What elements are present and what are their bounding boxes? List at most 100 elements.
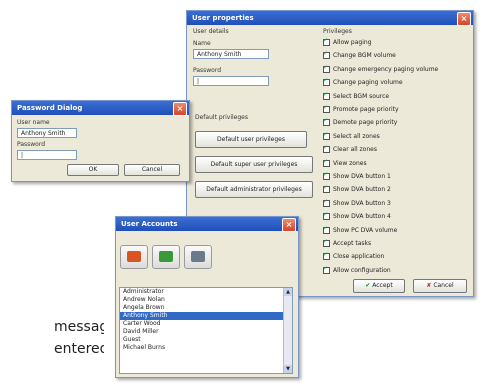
user-accounts-title: User Accounts <box>121 220 178 228</box>
privilege-checkbox[interactable]: Allow paging <box>323 37 372 46</box>
checkbox-icon[interactable] <box>323 104 330 113</box>
privilege-checkbox[interactable]: Change BGM volume <box>323 50 396 60</box>
list-item[interactable]: Angela Brown <box>120 304 292 312</box>
check-icon: ✔ <box>365 282 371 289</box>
password-dialog-titlebar: Password Dialog × <box>12 101 189 116</box>
delete-user-icon[interactable] <box>184 245 212 269</box>
password-label: Password <box>17 141 46 148</box>
password-field[interactable]: | <box>17 150 77 160</box>
scroll-down-icon[interactable]: ▼ <box>284 365 292 373</box>
privilege-checkbox[interactable]: Show DVA button 3 <box>323 198 391 207</box>
checkbox-icon[interactable] <box>323 144 330 154</box>
password-dialog-title: Password Dialog <box>17 104 83 112</box>
list-item[interactable]: Andrew Nolan <box>120 296 292 304</box>
privilege-checkbox[interactable]: Show DVA button 1 <box>323 171 391 180</box>
user-name-field[interactable]: Anthony Smith <box>17 128 77 138</box>
user-name-label: User name <box>17 119 50 126</box>
privilege-checkbox[interactable]: Show DVA button 4 <box>323 211 391 221</box>
user-list[interactable]: Administrator Andrew Nolan Angela Brown Ant… <box>119 287 293 374</box>
privilege-checkbox[interactable]: Change emergency paging volume <box>323 64 439 73</box>
default-administrator-privileges-button[interactable]: Default administrator privileges <box>195 181 313 198</box>
privilege-checkbox[interactable]: Show DVA button 2 <box>323 184 391 194</box>
cancel-label: Cancel <box>433 282 454 289</box>
list-item[interactable]: Guest <box>120 336 292 344</box>
accept-button[interactable]: ✔ Accept <box>353 279 405 293</box>
privilege-checkbox[interactable]: Change paging volume <box>323 77 403 87</box>
scroll-up-icon[interactable]: ▲ <box>284 288 292 296</box>
password-label: Password <box>193 67 222 74</box>
privilege-label: Change BGM volume <box>333 52 396 60</box>
list-item[interactable]: Michael Burns <box>120 344 292 352</box>
checkbox-icon[interactable] <box>323 77 330 87</box>
user-accounts-titlebar: User Accounts × <box>116 217 298 232</box>
default-privileges-label: Default privileges <box>195 114 248 121</box>
checkbox-icon[interactable] <box>323 238 330 247</box>
password-dialog-window: Password Dialog × User name Anthony Smit… <box>11 100 190 182</box>
privilege-label: View zones <box>333 159 367 167</box>
close-icon[interactable]: × <box>173 102 187 116</box>
checkbox-icon[interactable] <box>323 37 330 46</box>
caption-line-2: entered <box>54 341 104 357</box>
privilege-label: Show DVA button 4 <box>333 213 391 221</box>
password-field[interactable]: | <box>193 76 269 86</box>
name-label: Name <box>193 40 211 47</box>
default-user-privileges-button[interactable]: Default user privileges <box>195 131 307 148</box>
privilege-label: Accept tasks <box>333 240 372 247</box>
checkbox-icon[interactable] <box>323 265 330 274</box>
privilege-checkbox[interactable]: Demote page priority <box>323 117 398 127</box>
close-icon[interactable]: × <box>457 12 471 26</box>
privilege-checkbox[interactable]: Show PC DVA volume <box>323 225 398 234</box>
privilege-label: Show PC DVA volume <box>333 226 398 234</box>
privilege-label: Allow configuration <box>333 266 391 274</box>
checkbox-icon[interactable] <box>323 225 330 234</box>
checkbox-icon[interactable] <box>323 131 330 140</box>
user-accounts-window: User Accounts × Administrator Andrew Nola… <box>115 216 299 378</box>
privilege-checkbox[interactable]: Allow configuration <box>323 265 391 274</box>
checkbox-icon[interactable] <box>323 184 330 194</box>
name-field[interactable]: Anthony Smith <box>193 49 269 59</box>
privilege-label: Close application <box>333 253 385 261</box>
privilege-label: Clear all zones <box>333 146 377 154</box>
list-item[interactable]: Anthony Smith <box>120 312 292 320</box>
privilege-label: Change emergency paging volume <box>333 65 439 73</box>
user-properties-title: User properties <box>192 14 254 22</box>
add-user-icon[interactable] <box>120 245 148 269</box>
cancel-button[interactable]: Cancel <box>124 164 180 176</box>
privilege-checkbox[interactable]: View zones <box>323 158 367 167</box>
edit-user-icon[interactable] <box>152 245 180 269</box>
list-item[interactable]: David Miller <box>120 328 292 336</box>
privilege-label: Select all zones <box>333 132 380 140</box>
checkbox-icon[interactable] <box>323 251 330 261</box>
privileges-label: Privileges <box>323 28 352 35</box>
privilege-label: Show DVA button 2 <box>333 186 391 194</box>
list-item[interactable]: Carter Wood <box>120 320 292 328</box>
privilege-checkbox[interactable]: Close application <box>323 251 385 261</box>
privilege-label: Show DVA button 3 <box>333 199 391 207</box>
user-details-label: User details <box>193 28 229 35</box>
user-properties-titlebar: User properties × <box>187 11 473 26</box>
cancel-button[interactable]: ✘ Cancel <box>413 279 467 293</box>
checkbox-icon[interactable] <box>323 158 330 167</box>
ok-button[interactable]: OK <box>67 164 119 176</box>
privilege-label: Promote page priority <box>333 106 399 113</box>
privilege-checkbox[interactable]: Accept tasks <box>323 238 372 247</box>
default-super-user-privileges-button[interactable]: Default super user privileges <box>195 156 313 173</box>
checkbox-icon[interactable] <box>323 64 330 73</box>
checkbox-icon[interactable] <box>323 50 330 60</box>
close-icon[interactable]: × <box>282 218 296 232</box>
list-item[interactable]: Administrator <box>120 288 292 296</box>
privilege-checkbox[interactable]: Promote page priority <box>323 104 399 113</box>
checkbox-icon[interactable] <box>323 91 330 100</box>
checkbox-icon[interactable] <box>323 117 330 127</box>
privilege-checkbox[interactable]: Clear all zones <box>323 144 377 154</box>
accept-label: Accept <box>372 282 393 289</box>
list-scrollbar[interactable]: ▲ ▼ <box>283 288 292 373</box>
privilege-label: Demote page priority <box>333 119 398 127</box>
privileges-panel: Privileges Allow paging Change BGM volume… <box>315 25 471 279</box>
privilege-checkbox[interactable]: Select all zones <box>323 131 380 140</box>
checkbox-icon[interactable] <box>323 171 330 180</box>
checkbox-icon[interactable] <box>323 211 330 221</box>
privilege-label: Show DVA button 1 <box>333 173 391 180</box>
privilege-checkbox[interactable]: Select BGM source <box>323 91 389 100</box>
checkbox-icon[interactable] <box>323 198 330 207</box>
